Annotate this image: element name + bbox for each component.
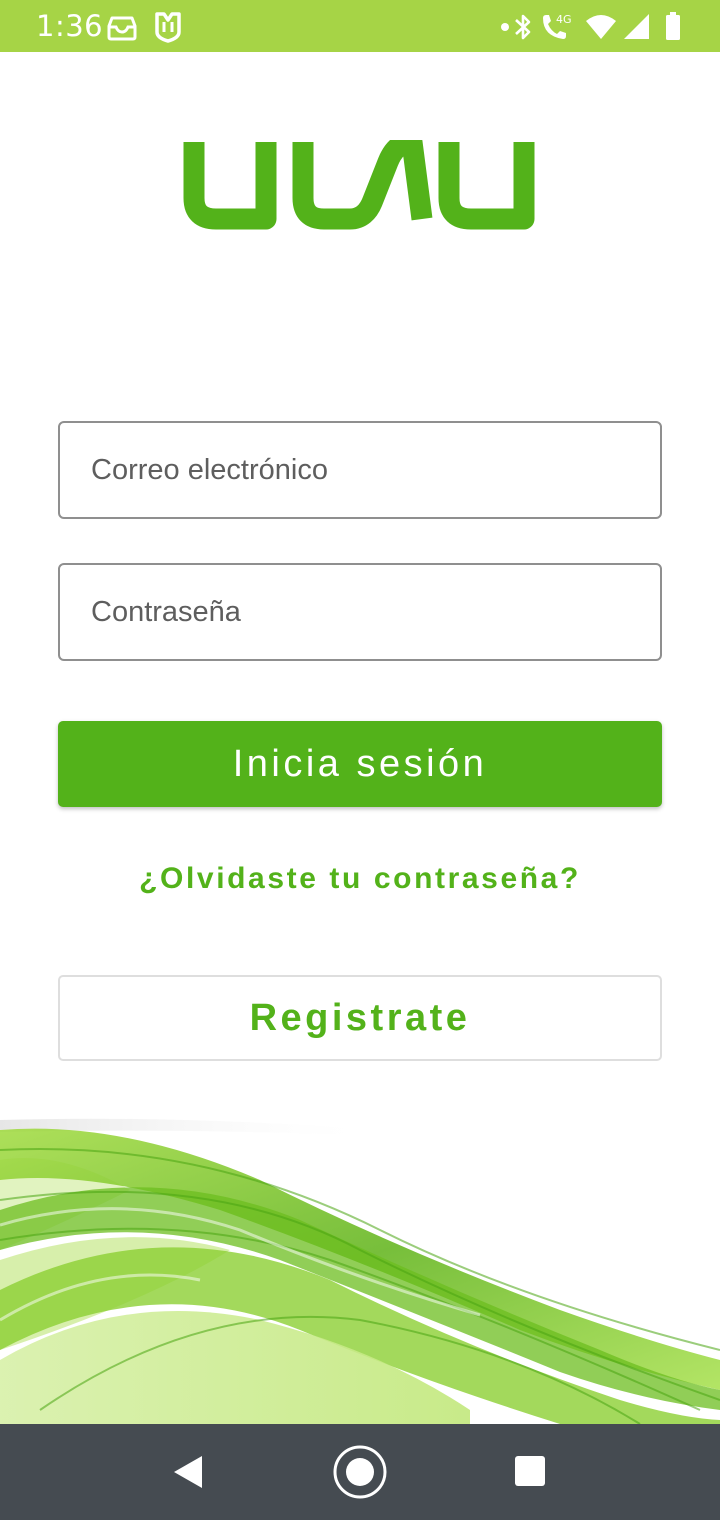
message-icon: [107, 16, 137, 41]
status-bar: 1:36 4G: [0, 0, 720, 52]
svg-text:4G: 4G: [556, 13, 572, 26]
status-time: 1:36: [36, 9, 104, 43]
uwu-logo: [183, 140, 535, 230]
password-field[interactable]: [58, 563, 662, 661]
register-button[interactable]: Registrate: [58, 975, 662, 1061]
green-wave-decoration: [0, 1118, 720, 1424]
dot-icon: [501, 23, 509, 31]
home-icon[interactable]: [330, 1442, 390, 1502]
recents-icon[interactable]: [500, 1442, 560, 1502]
password-input[interactable]: [60, 565, 660, 659]
login-button[interactable]: Inicia sesión: [58, 721, 662, 807]
back-icon[interactable]: [158, 1442, 218, 1502]
email-field[interactable]: [58, 421, 662, 519]
call-4g-icon: 4G: [543, 13, 572, 39]
battery-icon: [666, 12, 680, 40]
cell-signal-icon: [624, 14, 649, 39]
shield-app-icon: [155, 12, 181, 43]
forgot-password-link[interactable]: ¿Olvidaste tu contraseña?: [0, 862, 720, 896]
email-input[interactable]: [60, 423, 660, 517]
navigation-bar: [0, 1424, 720, 1520]
wifi-icon: [586, 15, 616, 39]
bluetooth-icon: [515, 14, 531, 40]
status-right-icons: 4G: [500, 10, 690, 44]
login-screen: 1:36 4G Correo electrónico Inicia sesión…: [0, 0, 720, 1520]
